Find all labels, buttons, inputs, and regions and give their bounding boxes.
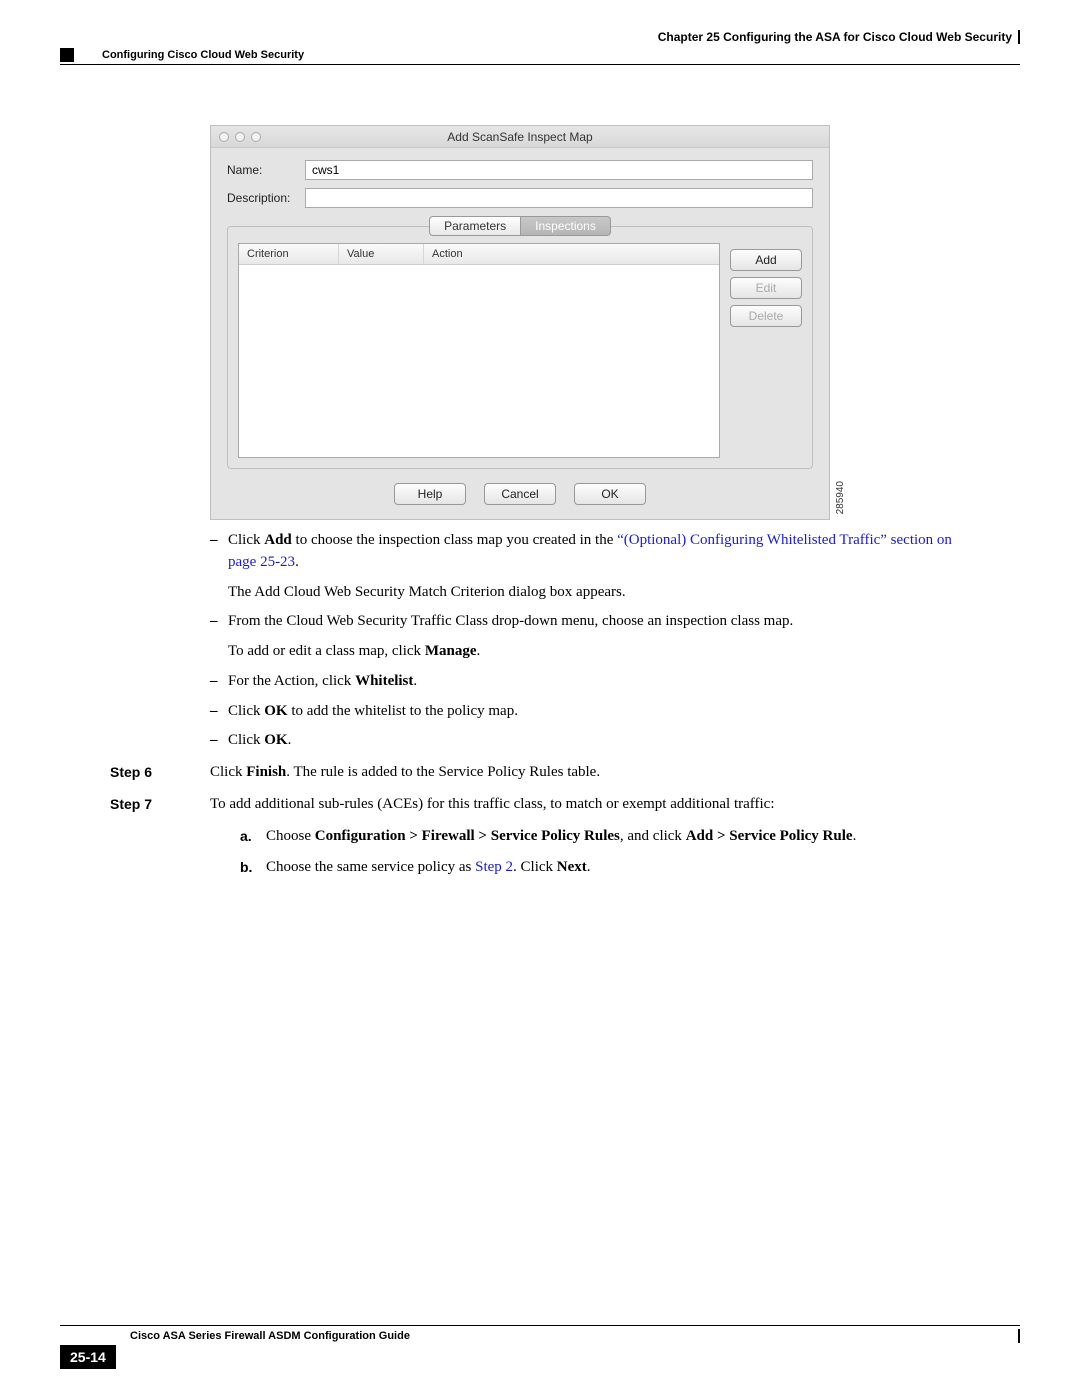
figure-number: 285940 [835, 481, 846, 514]
footer-divider [1018, 1329, 1020, 1343]
edit-button[interactable]: Edit [730, 277, 802, 299]
chapter-label: Chapter 25 Configuring the ASA for Cisco… [658, 30, 1012, 44]
delete-button[interactable]: Delete [730, 305, 802, 327]
inspections-panel: Parameters Inspections Criterion Value A… [227, 226, 813, 469]
instruction-click-ok-2: Click OK. [228, 730, 980, 752]
page-number: 25-14 [60, 1345, 116, 1369]
substep-b-body: Choose the same service policy as Step 2… [266, 857, 980, 879]
link-step-2[interactable]: Step 2 [475, 859, 513, 875]
instruction-click-ok-1: Click OK to add the whitelist to the pol… [228, 701, 980, 723]
name-input[interactable] [305, 160, 813, 180]
col-action: Action [424, 244, 719, 264]
scansafe-dialog: Add ScanSafe Inspect Map Name: Descripti… [210, 125, 830, 520]
col-criterion: Criterion [239, 244, 339, 264]
footer-guide-title: Cisco ASA Series Firewall ASDM Configura… [130, 1330, 410, 1342]
step-6-body: Click Finish. The rule is added to the S… [210, 762, 980, 784]
instruction-action-whitelist: For the Action, click Whitelist. [228, 671, 980, 693]
dash-bullet: – [210, 730, 228, 752]
tab-inspections[interactable]: Inspections [520, 216, 611, 236]
add-button[interactable]: Add [730, 249, 802, 271]
substep-a-label: a. [240, 826, 266, 848]
dash-bullet: – [210, 611, 228, 663]
substep-b-label: b. [240, 857, 266, 879]
dash-bullet: – [210, 701, 228, 723]
step-7-label: Step 7 [110, 794, 210, 879]
section-marker-icon [60, 48, 74, 62]
dialog-title: Add ScanSafe Inspect Map [211, 130, 829, 144]
instruction-click-add: Click Add to choose the inspection class… [228, 530, 980, 603]
substep-a-body: Choose Configuration > Firewall > Servic… [266, 826, 980, 848]
dash-bullet: – [210, 530, 228, 603]
description-input[interactable] [305, 188, 813, 208]
col-value: Value [339, 244, 424, 264]
cancel-button[interactable]: Cancel [484, 483, 556, 505]
description-label: Description: [227, 191, 305, 205]
header-divider [1018, 30, 1020, 44]
tab-parameters[interactable]: Parameters [429, 216, 520, 236]
name-label: Name: [227, 163, 305, 177]
section-title: Configuring Cisco Cloud Web Security [102, 49, 304, 61]
ok-button[interactable]: OK [574, 483, 646, 505]
instruction-traffic-class: From the Cloud Web Security Traffic Clas… [228, 611, 980, 663]
header-rule [60, 64, 1020, 65]
dash-bullet: – [210, 671, 228, 693]
criteria-table[interactable]: Criterion Value Action [238, 243, 720, 458]
step-6-label: Step 6 [110, 762, 210, 784]
help-button[interactable]: Help [394, 483, 466, 505]
step-7-body: To add additional sub-rules (ACEs) for t… [210, 794, 980, 879]
dialog-titlebar: Add ScanSafe Inspect Map [211, 126, 829, 148]
